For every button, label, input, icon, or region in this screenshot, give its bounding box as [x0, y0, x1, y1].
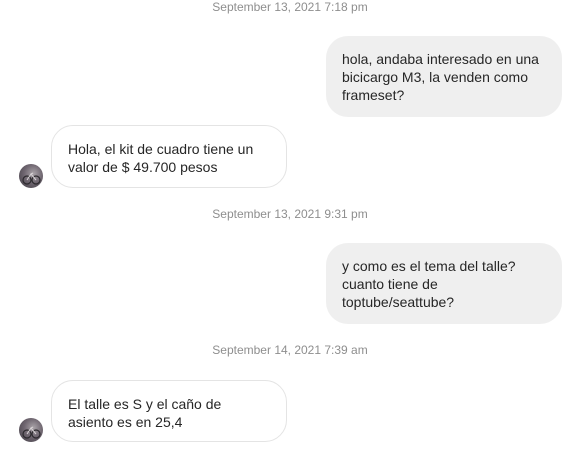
avatar[interactable]: [19, 164, 43, 188]
avatar-photo-icon: [22, 172, 41, 185]
received-message[interactable]: El talle es S y el caño de asiento es en…: [51, 380, 287, 442]
avatar-photo-icon: [22, 426, 41, 439]
message-thread: September 13, 2021 7:18 pm hola, andaba …: [0, 0, 573, 472]
sent-message[interactable]: hola, andaba interesado en una bicicargo…: [326, 36, 562, 117]
received-message[interactable]: Hola, el kit de cuadro tiene un valor de…: [51, 125, 287, 188]
timestamp: September 13, 2021 7:18 pm: [212, 0, 368, 14]
timestamp: September 14, 2021 7:39 am: [212, 343, 368, 357]
avatar[interactable]: [19, 418, 43, 442]
sent-message[interactable]: y como es el tema del talle? cuanto tien…: [326, 243, 562, 324]
timestamp: September 13, 2021 9:31 pm: [212, 207, 368, 221]
